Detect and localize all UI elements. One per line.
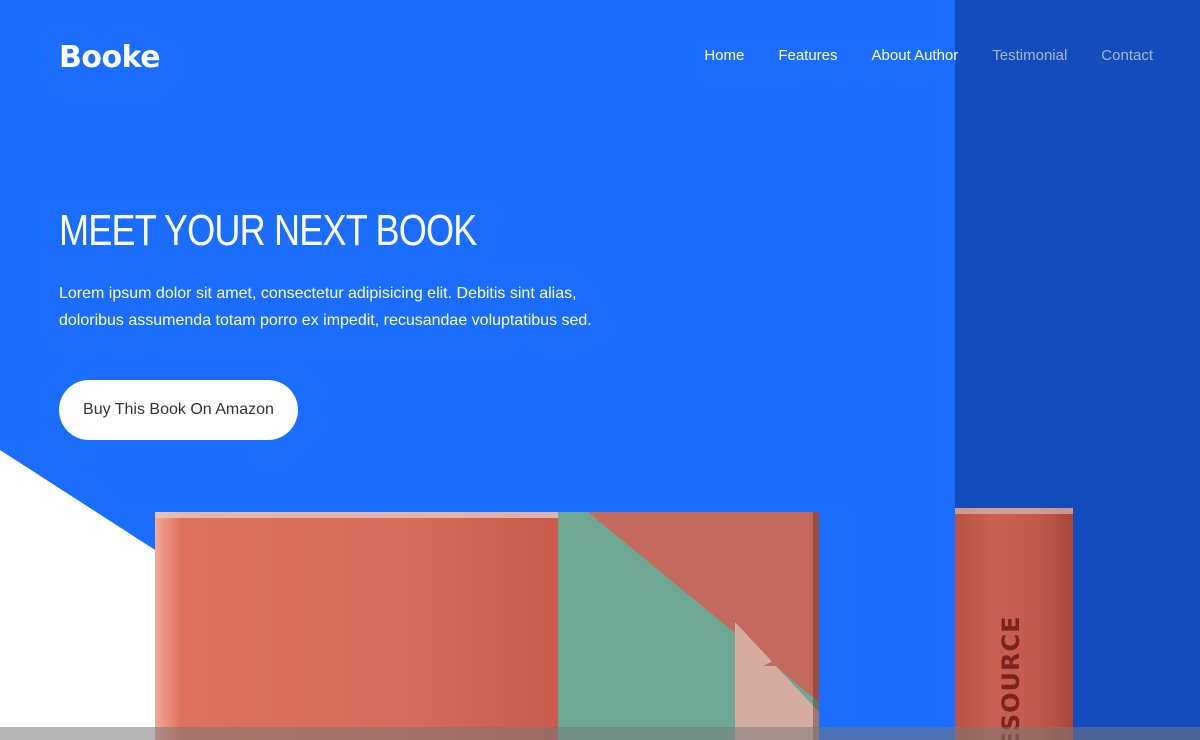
site-logo[interactable]: Booke [59,40,161,75]
nav-testimonial[interactable]: Testimonial [992,47,1067,64]
nav-contact[interactable]: Contact [1101,47,1153,64]
spine-top-edge [955,508,1073,514]
nav-home[interactable]: Home [704,47,744,64]
main-nav: Home Features About Author Testimonial C… [704,47,1153,64]
nav-features[interactable]: Features [778,47,837,64]
spine-title: RESOURCE [997,615,1025,740]
book-edge-shadow [813,512,819,740]
hero-description: Lorem ipsum dolor sit amet, consectetur … [59,285,592,329]
buy-on-amazon-button[interactable]: Buy This Book On Amazon [59,380,298,440]
book-spine-image: RESOURCE [955,508,1073,740]
hero-headline: MEET YOUR NEXT BOOK [59,206,477,255]
book-cover-image [155,512,819,740]
nav-about-author[interactable]: About Author [872,47,959,64]
bottom-scroll-bar[interactable] [0,727,1200,740]
